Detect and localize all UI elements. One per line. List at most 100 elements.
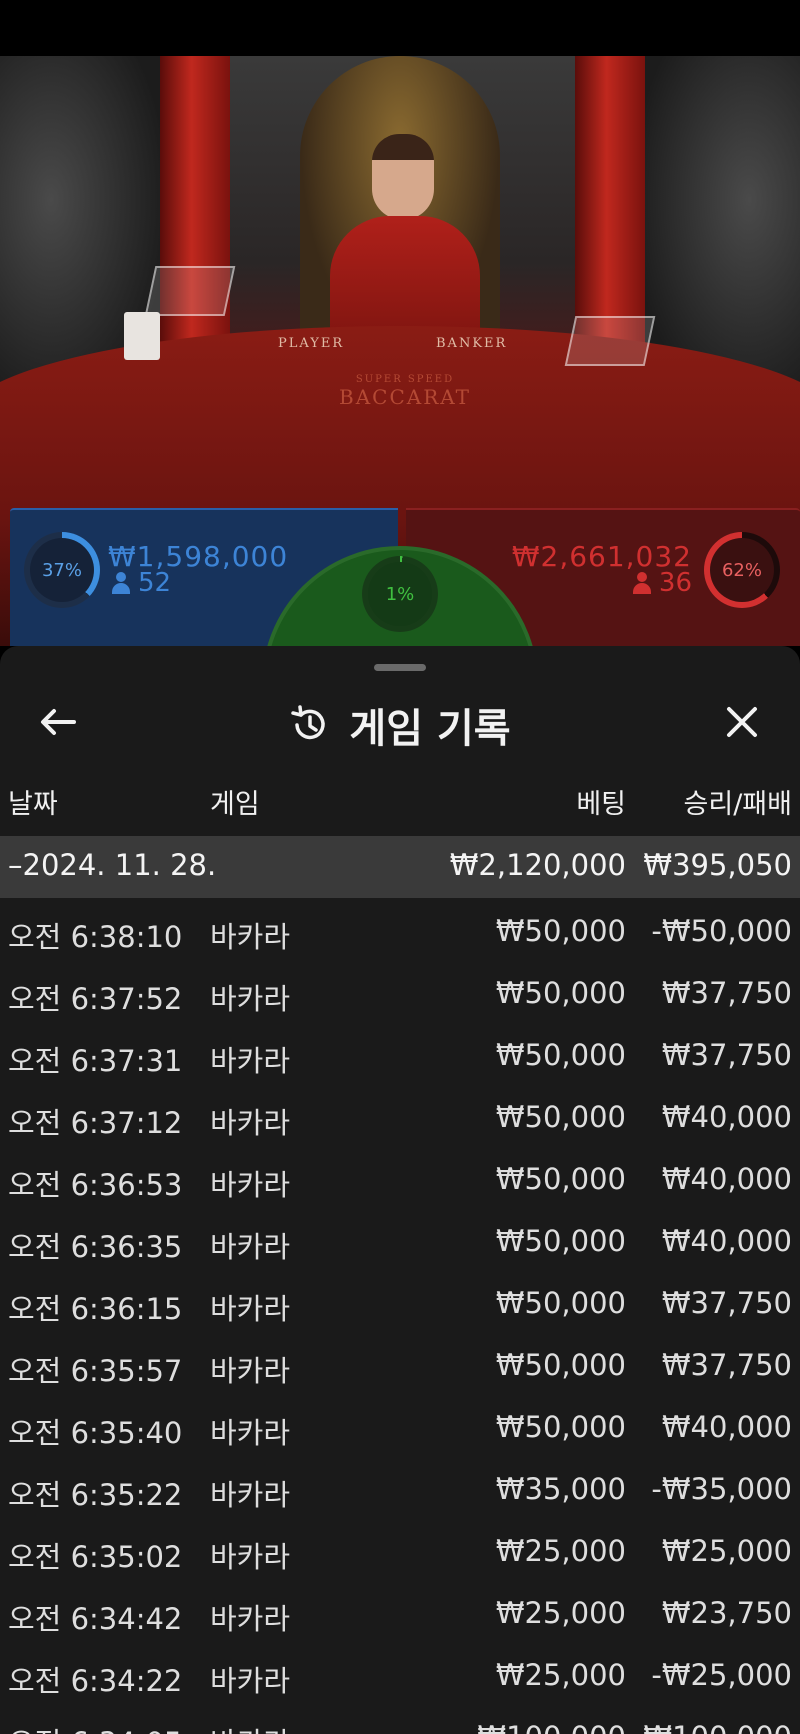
history-bet: ₩35,000 bbox=[495, 1472, 626, 1506]
date-group-label: –2024. 11. 28. bbox=[8, 848, 217, 882]
player-percent: 37% bbox=[30, 538, 94, 602]
discard-tray bbox=[564, 316, 656, 366]
player-count: 52 bbox=[112, 568, 171, 598]
history-game: 바카라 bbox=[210, 1478, 291, 1512]
history-row[interactable]: 오전 6:35:57 바카라 ₩50,000 ₩37,750 bbox=[0, 1332, 800, 1394]
history-time: 오전 6:35:02 bbox=[8, 1540, 183, 1574]
game-history-panel: 게임 기록 날짜 게임 베팅 승리/패배 –2024. 11. 28. ₩2,1… bbox=[0, 646, 800, 1734]
history-time: 오전 6:36:53 bbox=[8, 1168, 183, 1202]
history-game: 바카라 bbox=[210, 1664, 291, 1698]
date-group-result-total: ₩395,050 bbox=[643, 848, 792, 882]
table-label-player: PLAYER bbox=[278, 336, 345, 351]
history-result: ₩40,000 bbox=[661, 1224, 792, 1258]
close-icon bbox=[727, 707, 757, 737]
panel-title-group: 게임 기록 bbox=[0, 696, 800, 754]
history-time: 오전 6:35:40 bbox=[8, 1416, 183, 1450]
column-headers: 날짜 게임 베팅 승리/패배 bbox=[0, 770, 800, 826]
banker-percent-gauge: 62% bbox=[704, 532, 780, 608]
banker-count-value: 36 bbox=[658, 568, 692, 598]
column-header-result: 승리/패배 bbox=[683, 789, 792, 820]
history-row[interactable]: 오전 6:37:52 바카라 ₩50,000 ₩37,750 bbox=[0, 960, 800, 1022]
column-header-date: 날짜 bbox=[8, 789, 58, 820]
drag-handle[interactable] bbox=[374, 664, 426, 671]
person-icon bbox=[112, 572, 130, 594]
history-row[interactable]: 오전 6:35:40 바카라 ₩50,000 ₩40,000 bbox=[0, 1394, 800, 1456]
history-row[interactable]: 오전 6:35:02 바카라 ₩25,000 ₩25,000 bbox=[0, 1518, 800, 1580]
history-bet: ₩50,000 bbox=[495, 1286, 626, 1320]
history-row[interactable]: 오전 6:37:31 바카라 ₩50,000 ₩37,750 bbox=[0, 1022, 800, 1084]
dealer bbox=[372, 134, 434, 220]
history-time: 오전 6:38:10 bbox=[8, 920, 183, 954]
history-game: 바카라 bbox=[210, 982, 291, 1016]
history-time: 오전 6:34:05 bbox=[8, 1720, 182, 1734]
history-row[interactable]: 오전 6:36:35 바카라 ₩50,000 ₩40,000 bbox=[0, 1208, 800, 1270]
banker-percent: 62% bbox=[710, 538, 774, 602]
history-result: ₩37,750 bbox=[661, 1348, 792, 1382]
history-bet: ₩25,000 bbox=[495, 1596, 626, 1630]
history-game: 바카라 bbox=[210, 1720, 290, 1734]
history-result: ₩100,000 bbox=[643, 1720, 792, 1734]
player-percent-gauge: 37% bbox=[24, 532, 100, 608]
history-list: 오전 6:38:10 바카라 ₩50,000 -₩50,000 오전 6:37:52 바카… bbox=[0, 898, 800, 1734]
date-group-row[interactable]: –2024. 11. 28. ₩2,120,000 ₩395,050 bbox=[0, 836, 800, 898]
history-icon bbox=[291, 705, 326, 740]
history-row[interactable]: 오전 6:38:10 바카라 ₩50,000 -₩50,000 bbox=[0, 898, 800, 960]
history-game: 바카라 bbox=[210, 1292, 291, 1326]
close-button[interactable] bbox=[714, 694, 770, 750]
history-game: 바카라 bbox=[210, 1416, 291, 1450]
history-bet: ₩50,000 bbox=[495, 1100, 626, 1134]
table-brand-main: BACCARAT bbox=[339, 385, 471, 409]
history-time: 오전 6:34:42 bbox=[8, 1602, 183, 1636]
history-row[interactable]: 오전 6:34:42 바카라 ₩25,000 ₩23,750 bbox=[0, 1580, 800, 1642]
history-bet: ₩25,000 bbox=[495, 1658, 626, 1692]
history-bet: ₩50,000 bbox=[495, 1224, 626, 1258]
history-result: ₩25,000 bbox=[661, 1534, 792, 1568]
date-group-bet-total: ₩2,120,000 bbox=[449, 848, 626, 882]
panel-header: 게임 기록 bbox=[0, 686, 800, 760]
history-row[interactable]: 오전 6:37:12 바카라 ₩50,000 ₩40,000 bbox=[0, 1084, 800, 1146]
history-game: 바카라 bbox=[210, 1044, 291, 1078]
history-result: ₩37,750 bbox=[661, 1286, 792, 1320]
history-result: -₩25,000 bbox=[651, 1658, 792, 1692]
history-result: ₩37,750 bbox=[661, 976, 792, 1010]
tie-percent: 1% bbox=[368, 562, 432, 626]
history-row[interactable]: 오전 6:36:53 바카라 ₩50,000 ₩40,000 bbox=[0, 1146, 800, 1208]
history-result: -₩50,000 bbox=[651, 914, 792, 948]
history-result: ₩23,750 bbox=[661, 1596, 792, 1630]
banker-count: 36 bbox=[632, 568, 692, 598]
history-time: 오전 6:37:52 bbox=[8, 982, 183, 1016]
person-icon bbox=[632, 572, 651, 594]
history-bet: ₩25,000 bbox=[495, 1534, 626, 1568]
history-time: 오전 6:35:22 bbox=[8, 1478, 183, 1512]
history-game: 바카라 bbox=[210, 1602, 291, 1636]
history-row[interactable]: 오전 6:35:22 바카라 ₩35,000 -₩35,000 bbox=[0, 1456, 800, 1518]
history-row[interactable]: 오전 6:34:22 바카라 ₩25,000 -₩25,000 bbox=[0, 1642, 800, 1704]
history-bet: ₩50,000 bbox=[495, 1410, 626, 1444]
history-game: 바카라 bbox=[210, 1168, 291, 1202]
card-shoe bbox=[144, 266, 236, 316]
history-time: 오전 6:36:15 bbox=[8, 1292, 183, 1326]
table-brand-sub: SUPER SPEED bbox=[355, 374, 455, 385]
card-stack bbox=[124, 312, 160, 360]
history-game: 바카라 bbox=[210, 1354, 291, 1388]
history-bet: ₩50,000 bbox=[495, 1038, 626, 1072]
history-row[interactable]: 오전 6:36:15 바카라 ₩50,000 ₩37,750 bbox=[0, 1270, 800, 1332]
panel-title: 게임 기록 bbox=[349, 706, 511, 752]
history-time: 오전 6:37:31 bbox=[8, 1044, 183, 1078]
history-bet: ₩50,000 bbox=[495, 1162, 626, 1196]
history-bet: ₩50,000 bbox=[495, 976, 626, 1010]
history-time: 오전 6:35:57 bbox=[8, 1354, 183, 1388]
history-result: ₩40,000 bbox=[661, 1410, 792, 1444]
column-header-bet: 베팅 bbox=[576, 789, 626, 820]
status-bar bbox=[0, 0, 800, 56]
pillar-right bbox=[575, 56, 645, 356]
history-game: 바카라 bbox=[210, 1230, 291, 1264]
history-row[interactable]: 오전 6:34:05 바카라 ₩100,000 ₩100,000 bbox=[0, 1704, 800, 1734]
history-bet: ₩100,000 bbox=[477, 1720, 626, 1734]
history-game: 바카라 bbox=[210, 920, 291, 954]
history-game: 바카라 bbox=[210, 1540, 291, 1574]
history-result: -₩35,000 bbox=[651, 1472, 792, 1506]
history-result: ₩37,750 bbox=[661, 1038, 792, 1072]
history-time: 오전 6:37:12 bbox=[8, 1106, 183, 1140]
history-bet: ₩50,000 bbox=[495, 1348, 626, 1382]
